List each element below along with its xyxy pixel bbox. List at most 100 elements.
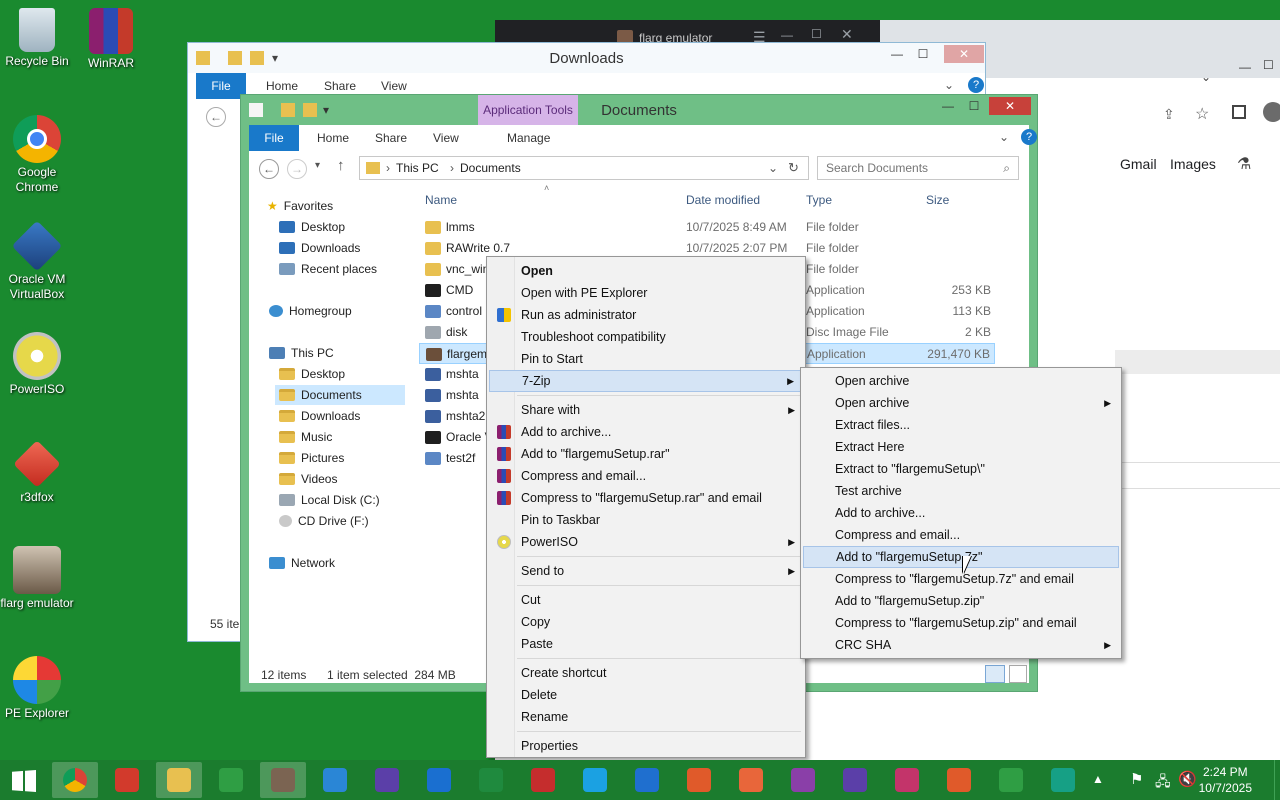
details-view-icon[interactable] (985, 665, 1005, 683)
taskbar-app-button[interactable] (104, 762, 150, 798)
submenu-7zip-item[interactable]: Add to archive... (803, 502, 1119, 524)
help-icon[interactable]: ? (968, 77, 984, 93)
submenu-7zip-item[interactable]: Compress to "flargemuSetup.7z" and email (803, 568, 1119, 590)
context-menu-item[interactable]: Copy (489, 611, 803, 633)
large-icons-view-icon[interactable] (1009, 665, 1027, 683)
breadcrumb-this-pc[interactable]: This PC (396, 157, 439, 179)
tab-maximize-icon[interactable]: ☐ (811, 27, 822, 41)
file-row[interactable]: lmms 10/7/2025 8:49 AM File folder (419, 217, 995, 238)
nav-pc-cd-drive[interactable]: CD Drive (F:) (279, 514, 369, 528)
submenu-7zip-item[interactable]: Compress to "flargemuSetup.zip" and emai… (803, 612, 1119, 634)
context-menu-item[interactable]: Create shortcut (489, 662, 803, 684)
taskbar-app-button[interactable] (884, 762, 930, 798)
tab-home[interactable]: Home (266, 79, 298, 93)
breadcrumb-documents[interactable]: Documents (460, 157, 521, 179)
desktop-icon-flarg-emulator[interactable]: flarg emulator (0, 546, 74, 611)
submenu-7zip-item[interactable]: Add to "flargemuSetup.zip" (803, 590, 1119, 612)
tab-view[interactable]: View (433, 131, 459, 145)
tab-close-icon[interactable]: ✕ (841, 26, 853, 43)
desktop-icon-r3dfox[interactable]: r3dfox (0, 440, 74, 505)
tab-list-chevron-icon[interactable]: ⌄ (1201, 70, 1211, 84)
context-menu-item[interactable]: Paste (489, 633, 803, 655)
profile-avatar-icon[interactable] (1263, 102, 1280, 122)
context-menu-item[interactable]: Send to ▶ (489, 560, 803, 582)
bookmark-star-icon[interactable]: ☆ (1195, 104, 1209, 124)
submenu-7zip-item[interactable]: Open archive ▶ (803, 392, 1119, 414)
nav-pc-local-disk[interactable]: Local Disk (C:) (279, 493, 380, 507)
context-menu-item[interactable]: PowerISO ▶ (489, 531, 803, 553)
tray-network-icon[interactable]: 🖧 (1155, 771, 1171, 795)
ribbon-expand-icon[interactable]: ⌄ (944, 78, 954, 92)
column-name[interactable]: Name (425, 193, 457, 207)
window-minimize-icon[interactable]: — (1239, 60, 1251, 74)
context-menu-item[interactable]: Delete (489, 684, 803, 706)
close-button[interactable]: ✕ (944, 45, 984, 63)
tab-share[interactable]: Share (375, 131, 407, 145)
taskbar-app-button[interactable] (832, 762, 878, 798)
desktop-icon-winrar[interactable]: WinRAR (74, 8, 148, 71)
back-arrow-icon[interactable]: ← (259, 159, 279, 179)
nav-favorites[interactable]: ★ Favorites (267, 199, 333, 213)
taskbar-app-button[interactable] (260, 762, 306, 798)
tray-volume-icon[interactable]: 🔇 (1178, 770, 1197, 788)
taskbar-app-button[interactable] (52, 762, 98, 798)
maximize-button[interactable]: ☐ (961, 97, 987, 115)
taskbar-app-button[interactable] (936, 762, 982, 798)
window-restore-icon[interactable]: ☐ (1263, 58, 1274, 72)
column-size[interactable]: Size (926, 193, 949, 207)
taskbar-app-button[interactable] (780, 762, 826, 798)
nav-fav-recent[interactable]: Recent places (279, 262, 377, 276)
context-menu-item[interactable]: Open with PE Explorer (489, 282, 803, 304)
desktop-icon-poweriso[interactable]: PowerISO (0, 332, 74, 397)
taskbar-app-button[interactable] (156, 762, 202, 798)
tab-share[interactable]: Share (324, 79, 356, 93)
tray-flag-icon[interactable]: ⚑ (1130, 770, 1143, 788)
nav-fav-desktop[interactable]: Desktop (279, 220, 345, 234)
maximize-button[interactable]: ☐ (910, 45, 936, 63)
context-menu-item[interactable]: Cut (489, 589, 803, 611)
taskbar-app-button[interactable] (468, 762, 514, 798)
column-type[interactable]: Type (806, 193, 832, 207)
search-icon[interactable]: ⌕ (1003, 157, 1010, 179)
desktop-icon-virtualbox[interactable]: Oracle VM VirtualBox (0, 220, 74, 302)
tab-minimize-icon[interactable]: — (781, 28, 793, 42)
nav-fav-downloads[interactable]: Downloads (279, 241, 360, 255)
context-menu-item[interactable]: Rename (489, 706, 803, 728)
share-icon[interactable]: ⇪ (1163, 106, 1175, 123)
tab-file[interactable]: File (249, 125, 299, 151)
submenu-7zip-item[interactable]: Test archive (803, 480, 1119, 502)
submenu-7zip-item[interactable]: Extract to "flargemuSetup\" (803, 458, 1119, 480)
search-input[interactable] (826, 158, 996, 178)
minimize-button[interactable]: — (884, 45, 910, 63)
submenu-7zip-item[interactable]: CRC SHA ▶ (803, 634, 1119, 656)
context-menu-item[interactable]: Properties (489, 735, 803, 757)
context-menu-item[interactable]: Share with ▶ (489, 399, 803, 421)
search-box[interactable]: ⌕ (817, 156, 1019, 180)
submenu-7zip-item[interactable]: Open archive (803, 370, 1119, 392)
taskbar-app-button[interactable] (728, 762, 774, 798)
taskbar-app-button[interactable] (676, 762, 722, 798)
column-date-modified[interactable]: Date modified (686, 193, 760, 207)
tab-view[interactable]: View (381, 79, 407, 93)
up-arrow-icon[interactable]: ↑ (337, 157, 345, 174)
nav-pc-videos[interactable]: Videos (279, 472, 337, 486)
taskbar-app-button[interactable] (416, 762, 462, 798)
help-icon[interactable]: ? (1021, 129, 1037, 145)
address-dropdown-icon[interactable]: ⌄ (768, 157, 778, 179)
tab-home[interactable]: Home (317, 131, 349, 145)
desktop-icon-recycle-bin[interactable]: Recycle Bin (0, 8, 74, 69)
submenu-7zip-item[interactable]: Compress and email... (803, 524, 1119, 546)
nav-pc-desktop[interactable]: Desktop (279, 367, 345, 381)
images-link[interactable]: Images (1170, 156, 1216, 172)
tab-manage[interactable]: Manage (507, 131, 550, 145)
context-menu-item[interactable]: Pin to Taskbar (489, 509, 803, 531)
taskbar-app-button[interactable] (624, 762, 670, 798)
refresh-icon[interactable]: ↻ (788, 157, 799, 179)
nav-network[interactable]: Network (269, 556, 335, 570)
context-menu-item[interactable]: Pin to Start (489, 348, 803, 370)
context-menu-item[interactable]: Open (489, 260, 803, 282)
submenu-7zip-item[interactable]: Extract files... (803, 414, 1119, 436)
close-button[interactable]: ✕ (989, 97, 1031, 115)
taskbar-app-button[interactable] (208, 762, 254, 798)
nav-homegroup[interactable]: Homegroup (269, 304, 352, 318)
